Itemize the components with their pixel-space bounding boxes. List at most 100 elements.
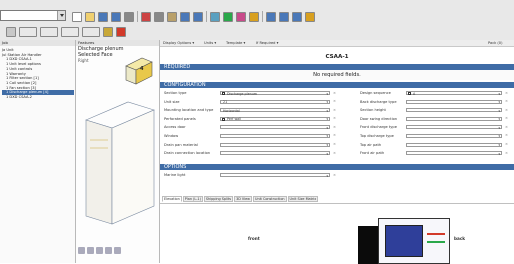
- chevron-down-icon[interactable]: ▾: [498, 152, 500, 156]
- rotate-icon[interactable]: [78, 247, 85, 254]
- chevron-down-icon[interactable]: ▾: [326, 117, 328, 121]
- clear-icon[interactable]: ×: [505, 108, 508, 112]
- save-all-icon[interactable]: [111, 11, 121, 22]
- copy-icon[interactable]: [154, 11, 164, 22]
- pan-icon[interactable]: [105, 247, 112, 254]
- field-input[interactable]: ▾: [406, 133, 502, 138]
- field-input[interactable]: ▾: [220, 151, 330, 156]
- chevron-down-icon[interactable]: ▾: [498, 109, 500, 113]
- chevron-down-icon[interactable]: ▾: [498, 126, 500, 130]
- view-tab[interactable]: 3D View: [234, 196, 252, 202]
- table-icon[interactable]: [292, 11, 302, 22]
- field-input[interactable]: ▾: [406, 116, 502, 121]
- field-input[interactable]: ▾: [406, 151, 502, 156]
- field-input[interactable]: 21 ▾: [220, 99, 330, 104]
- display-options-menu[interactable]: Display Options ▾: [163, 41, 194, 45]
- chevron-down-icon[interactable]: ▾: [326, 134, 328, 138]
- field-input[interactable]: Horizontal ▾: [220, 108, 330, 113]
- view-tab[interactable]: Unit Size Matrix: [287, 196, 319, 202]
- field-input[interactable]: ▾: [220, 133, 330, 138]
- grid-icon[interactable]: [266, 11, 276, 22]
- report-icon[interactable]: [279, 11, 289, 22]
- field-input[interactable]: ✓ A ▾: [406, 91, 502, 96]
- template-menu[interactable]: Template ▾: [226, 41, 245, 45]
- clear-icon[interactable]: ×: [505, 91, 508, 95]
- clear-icon[interactable]: ×: [333, 173, 336, 177]
- clear-icon[interactable]: ×: [333, 108, 336, 112]
- chevron-down-icon[interactable]: ▾: [326, 174, 328, 178]
- connect-icon[interactable]: [61, 26, 79, 37]
- open-icon[interactable]: [85, 11, 95, 22]
- clear-icon[interactable]: ×: [333, 151, 336, 155]
- chevron-down-icon[interactable]: ▾: [326, 143, 328, 147]
- tree-item[interactable]: 1 DXD CSAA-2: [2, 95, 74, 100]
- view-tab[interactable]: Plan (L-1): [182, 196, 203, 202]
- print-icon[interactable]: [124, 11, 134, 22]
- field-input[interactable]: ✓ Perf wall ▾: [220, 116, 330, 121]
- unit-dropdown[interactable]: [0, 10, 66, 21]
- image-icon[interactable]: [236, 11, 246, 22]
- view-tab[interactable]: Unit Construction: [252, 196, 287, 202]
- clear-icon[interactable]: ×: [505, 99, 508, 103]
- clear-icon[interactable]: ×: [333, 133, 336, 137]
- move-icon[interactable]: [223, 11, 233, 22]
- elevation-drawing-area[interactable]: front back: [160, 203, 514, 264]
- face-selector[interactable]: 4: [124, 56, 154, 86]
- chevron-down-icon[interactable]: ▾: [498, 143, 500, 147]
- field-input[interactable]: ✓ Discharge plenum ▾: [220, 91, 330, 96]
- checkbox-icon[interactable]: ✓: [408, 92, 412, 96]
- file-icon[interactable]: [72, 11, 82, 22]
- paste-icon[interactable]: [167, 11, 177, 22]
- clear-icon[interactable]: ×: [505, 133, 508, 137]
- help-icon[interactable]: [305, 11, 315, 22]
- field-input[interactable]: ▾: [406, 108, 502, 113]
- field-input[interactable]: ▾: [406, 99, 502, 104]
- options-section-header[interactable]: OPTIONS: [160, 164, 514, 170]
- drawing-icon[interactable]: [82, 26, 100, 37]
- configuration-section-header[interactable]: CONFIGURATION: [160, 82, 514, 88]
- clear-icon[interactable]: ×: [333, 99, 336, 103]
- chevron-down-icon[interactable]: ▾: [326, 126, 328, 130]
- clear-icon[interactable]: ×: [333, 125, 336, 129]
- chevron-down-icon[interactable]: ▾: [326, 92, 328, 96]
- redo-icon[interactable]: [193, 11, 203, 22]
- checkbox-icon[interactable]: ✓: [222, 117, 226, 121]
- view-tab[interactable]: Shipping Splits: [203, 196, 234, 202]
- field-input[interactable]: ▾: [220, 173, 330, 178]
- clear-icon[interactable]: ×: [333, 142, 336, 146]
- checkbox-icon[interactable]: ✓: [222, 92, 226, 96]
- chevron-down-icon[interactable]: ▾: [326, 109, 328, 113]
- clear-icon[interactable]: ×: [505, 142, 508, 146]
- chevron-down-icon[interactable]: [57, 11, 65, 20]
- view-icon[interactable]: [6, 26, 16, 37]
- field-input[interactable]: ▾: [220, 125, 330, 130]
- zoom-in-icon[interactable]: [87, 247, 94, 254]
- settings-icon[interactable]: [103, 26, 113, 37]
- cut-icon[interactable]: [141, 11, 151, 22]
- discharge-plenum-drawing[interactable]: [378, 218, 450, 264]
- field-input[interactable]: ▾: [406, 142, 502, 147]
- if-required-menu[interactable]: If Required ▾: [256, 41, 278, 45]
- section-icon[interactable]: [19, 26, 37, 37]
- component-icon[interactable]: [40, 26, 58, 37]
- chevron-down-icon[interactable]: ▾: [498, 100, 500, 104]
- zoom-out-icon[interactable]: [96, 247, 103, 254]
- chevron-down-icon[interactable]: ▾: [498, 117, 500, 121]
- clear-icon[interactable]: ×: [505, 116, 508, 120]
- zoom-icon[interactable]: [210, 11, 220, 22]
- clear-icon[interactable]: ×: [505, 125, 508, 129]
- view-tab[interactable]: Elevation: [162, 196, 182, 202]
- tag-icon[interactable]: [249, 11, 259, 22]
- clear-icon[interactable]: ×: [333, 116, 336, 120]
- field-input[interactable]: ▾: [220, 142, 330, 147]
- fit-icon[interactable]: [114, 247, 121, 254]
- field-input[interactable]: ▾: [406, 125, 502, 130]
- stop-icon[interactable]: [116, 26, 126, 37]
- chevron-down-icon[interactable]: ▾: [498, 92, 500, 96]
- clear-icon[interactable]: ×: [333, 91, 336, 95]
- save-icon[interactable]: [98, 11, 108, 22]
- chevron-down-icon[interactable]: ▾: [498, 134, 500, 138]
- clear-icon[interactable]: ×: [505, 151, 508, 155]
- chevron-down-icon[interactable]: ▾: [326, 100, 328, 104]
- units-menu[interactable]: Units ▾: [204, 41, 216, 45]
